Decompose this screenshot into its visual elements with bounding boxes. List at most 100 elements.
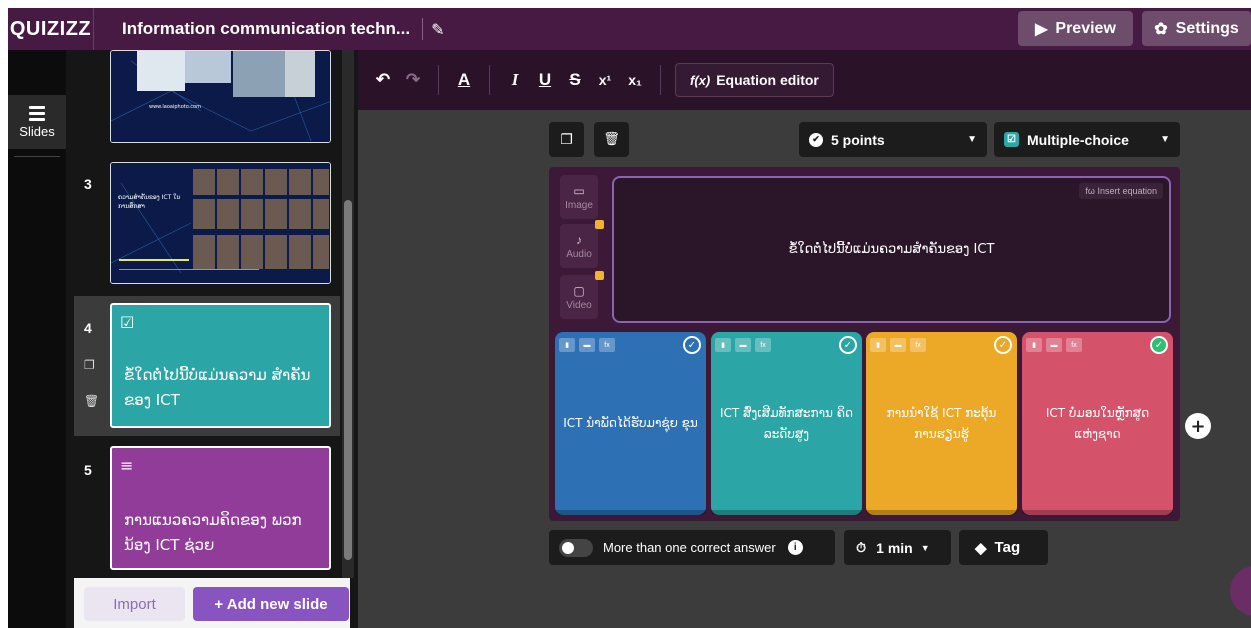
slide-question-text: ຂໍ້ໃດຕໍ່ໄປນີ້ບໍ່ແມ່ນຄວາມ ສໍາຄັນຂອງ ICT [124,366,311,409]
duplicate-question-button[interactable]: ❐ [549,122,584,157]
answer-option-4[interactable]: ▮ ▬ fx ✓ ICT ບໍ່ມອນໃນຫຼັກສູດ ແຫ່ງຊາດ [1022,332,1173,515]
slide-number: 5 [84,462,92,478]
quiz-title[interactable]: Information communication techn... [122,19,410,39]
slides-nav-button[interactable]: Slides [8,95,66,149]
question-card: ▭ Image ♪ Audio ▢ Video fω Insert equati… [549,167,1180,521]
toolbar-divider [489,65,490,95]
answer-card-edge [555,510,706,515]
answer-option-2[interactable]: ▮ ▬ fx ✓ ICT ສົ່ງເສີມທັກສະການ ຄິດລະດັບສູງ [711,332,862,515]
chevron-down-icon: ▼ [1160,134,1170,145]
trash-icon: 🗑 [603,132,620,147]
slide-thumbnail[interactable]: ≡ ການແນວຄວາມຄິດຂອງ ພວກນ້ອງ ICT ຊ່ວຍ [110,446,331,570]
slide-item-4[interactable]: 4 ❐ 🗑 ☑ ຂໍ້ໃດຕໍ່ໄປນີ້ບໍ່ແມ່ນຄວາມ ສໍາຄັນຂ… [74,296,340,436]
microphone-icon: ♪ [576,232,582,247]
stopwatch-icon: ⏱ [856,539,867,555]
points-dropdown[interactable]: ✔ 5 points ▼ [799,122,987,157]
slides-label: Slides [19,123,55,139]
left-rail: Slides [8,50,66,628]
slide-item-2[interactable]: www.laoaiphoto.com [74,50,340,150]
settings-label: Settings [1175,19,1239,37]
multiple-correct-toggle-bar: More than one correct answer i [549,530,835,565]
image-label: Image [565,199,593,211]
slide-item-5[interactable]: 5 ≡ ການແນວຄວາມຄິດຂອງ ພວກນ້ອງ ICT ຊ່ວຍ [74,442,340,572]
add-audio-button[interactable]: ♪ Audio [560,220,604,268]
check-circle-icon: ✔ [809,132,823,147]
tag-icon: ◆ [975,539,987,557]
italic-icon[interactable]: I [500,70,530,90]
gear-icon: ✿ [1154,20,1168,38]
toolbar-divider [438,65,439,95]
equation-editor-label: Equation editor [716,72,819,88]
title-divider [422,18,424,40]
slides-icon [29,105,45,121]
chevron-down-icon: ▼ [967,134,977,145]
delete-slide-icon[interactable]: 🗑 [84,394,99,408]
strikethrough-icon[interactable]: S [560,70,590,90]
question-type-dropdown[interactable]: ☑ Multiple-choice ▼ [994,122,1180,157]
preview-button[interactable]: ▶ Preview [1018,11,1133,46]
answer-option-1[interactable]: ▮ ▬ fx ✓ ICT ນຳພັດໄດ້ຮັບມາຊຸ່ຍ ຂຸນ [555,332,706,515]
info-icon[interactable]: i [787,540,803,555]
answer-option-3[interactable]: ▮ ▬ fx ✓ ການນຳໃຊ້ ICT ກະຕຸ້ນ ການຮຽນຮູ້ [866,332,1017,515]
preview-label: Preview [1055,19,1116,37]
premium-badge-icon [595,271,604,280]
text-lines-icon: ≡ [120,456,134,475]
add-video-button[interactable]: ▢ Video [560,271,604,319]
slide-panel-scrollbar[interactable] [342,50,354,578]
answer-text[interactable]: ການນຳໃຊ້ ICT ກະຕຸ້ນ ການຮຽນຮູ້ [874,332,1009,515]
play-icon: ▶ [1035,20,1048,38]
checkbox-icon: ☑ [1004,132,1019,147]
answer-card-edge [711,510,862,515]
slide-panel-footer: Import + Add new slide [74,578,350,628]
premium-badge-icon [595,220,604,229]
answer-text[interactable]: ICT ບໍ່ມອນໃນຫຼັກສູດ ແຫ່ງຊາດ [1030,332,1165,515]
answer-card-edge [866,510,1017,515]
slide-panel: www.laoaiphoto.com 3 ຄວາມສຳຄັນຂອງ ICT ໃນ… [66,50,358,628]
slide-thumbnail[interactable]: ☑ ຂໍ້ໃດຕໍ່ໄປນີ້ບໍ່ແມ່ນຄວາມ ສໍາຄັນຂອງ ICT [110,303,331,428]
video-call-thumbnail-image [111,163,330,283]
top-bar: QUIZIZZ Information communication techn.… [8,8,1251,50]
quizizz-logo[interactable]: QUIZIZZ [8,8,94,50]
slide-item-3[interactable]: 3 ຄວາມສຳຄັນຂອງ ICT ໃນການສຶກສາ [74,158,340,288]
slide-thumbnail[interactable]: ຄວາມສຳຄັນຂອງ ICT ໃນການສຶກສາ [110,162,331,284]
help-chat-button[interactable] [1230,566,1251,616]
answer-text[interactable]: ICT ສົ່ງເສີມທັກສະການ ຄິດລະດັບສູງ [719,332,854,515]
edit-title-icon[interactable]: ✎ [431,20,444,39]
tag-button[interactable]: ◆ Tag [959,530,1048,565]
multiple-correct-toggle[interactable] [559,538,593,557]
add-new-slide-button[interactable]: + Add new slide [193,587,349,621]
text-color-icon[interactable]: A [449,70,479,90]
slide-question-text: ການແນວຄວາມຄິດຂອງ ພວກນ້ອງ ICT ຊ່ວຍ [124,511,302,554]
superscript-icon[interactable]: x¹ [590,72,620,88]
redo-icon[interactable]: ↷ [398,70,428,90]
chevron-down-icon: ▼ [920,542,930,553]
thumbnail-caption: www.laoaiphoto.com [149,104,201,110]
question-text: ຂໍ້ໃດຕໍ່ໄປນີ້ບໍ່ແມ່ນຄວາມສຳຄັນຂອງ ICT [788,242,995,257]
tag-label: Tag [994,539,1021,556]
question-text-field[interactable]: fω Insert equation ຂໍ້ໃດຕໍ່ໄປນີ້ບໍ່ແມ່ນຄ… [612,176,1171,323]
delete-question-button[interactable]: 🗑 [594,122,629,157]
add-option-button[interactable]: + [1185,413,1211,439]
underline-icon[interactable]: U [530,70,560,90]
question-type-value: Multiple-choice [1027,131,1129,148]
video-camera-icon: ▢ [573,283,585,298]
thumbnail-text: ຄວາມສຳຄັນຂອງ ICT ໃນການສຶກສາ [118,194,181,210]
slide-thumbnail[interactable]: www.laoaiphoto.com [110,50,331,143]
checkbox-icon: ☑ [120,313,135,332]
add-image-button[interactable]: ▭ Image [560,175,598,219]
subscript-icon[interactable]: x₁ [620,72,650,88]
import-button[interactable]: Import [84,587,185,621]
scrollbar-thumb[interactable] [344,200,352,560]
time-value: 1 min [876,539,913,556]
copy-icon: ❐ [560,131,573,148]
answer-text[interactable]: ICT ນຳພັດໄດ້ຮັບມາຊຸ່ຍ ຂຸນ [563,332,698,515]
toggle-knob [562,541,574,554]
settings-button[interactable]: ✿ Settings [1142,11,1251,46]
slide-number: 3 [84,176,92,192]
time-dropdown[interactable]: ⏱ 1 min ▼ [844,530,951,565]
equation-editor-button[interactable]: f(x) Equation editor [675,63,834,97]
image-icon: ▭ [573,183,585,198]
question-editor: ↶ ↷ A I U S x¹ x₁ f(x) Equation editor ❐… [358,50,1251,628]
duplicate-slide-icon[interactable]: ❐ [84,358,95,372]
undo-icon[interactable]: ↶ [368,70,398,90]
